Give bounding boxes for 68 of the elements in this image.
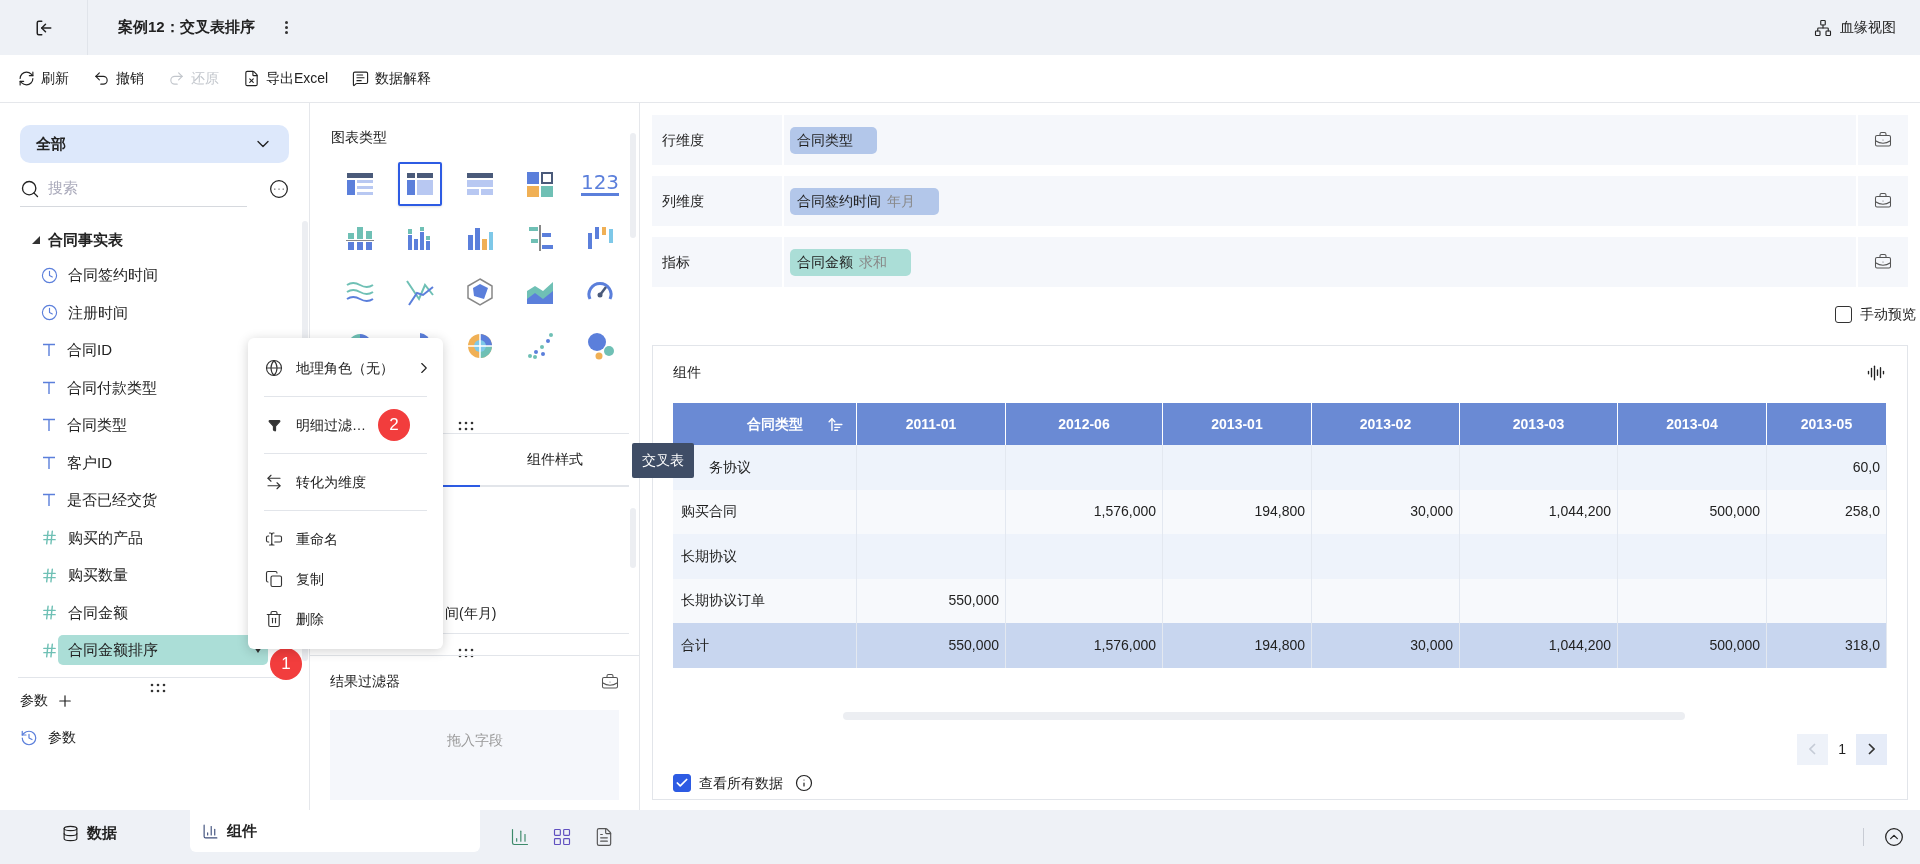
table-name[interactable]: 合同事实表 <box>48 229 123 252</box>
field-item[interactable]: 注册时间 <box>68 297 128 328</box>
params-heading: 参数 <box>20 691 48 710</box>
checkbox-label: 查看所有数据 <box>699 773 783 793</box>
field-item[interactable]: 合同金额 <box>68 597 128 628</box>
table-cell-text: 550,000 <box>948 591 999 611</box>
field-pill[interactable]: 合同金额 求和 <box>790 248 911 276</box>
table-cell-text: 60,0 <box>1852 457 1880 477</box>
field-item[interactable]: 合同付款类型 <box>67 372 157 403</box>
config-tab[interactable]: 组件样式 <box>480 434 629 487</box>
toolbar-button[interactable]: 导出Excel <box>243 68 329 89</box>
toolbar-button[interactable]: 刷新 <box>18 68 69 89</box>
menu-item[interactable]: 明细过滤… 2 <box>264 405 427 445</box>
table-cell-text: 500,000 <box>1709 635 1760 655</box>
table-cell-text: 30,000 <box>1410 635 1453 655</box>
tooltip: 交叉表 <box>632 443 694 478</box>
table-cell-text: 30,000 <box>1410 502 1453 522</box>
section-title: 结果过滤器 <box>330 672 400 691</box>
menu-item[interactable]: 复制 <box>264 559 427 599</box>
field-item[interactable]: 是否已经交货 <box>67 485 157 516</box>
field-item[interactable]: 购买的产品 <box>68 522 143 553</box>
menu-item[interactable]: 地理角色（无） <box>264 348 427 388</box>
toolbar-button[interactable]: 数据解释 <box>352 68 432 89</box>
field-item[interactable]: 客户ID <box>67 447 112 478</box>
field-item[interactable]: 合同金额排序 <box>58 635 268 666</box>
document-title: 案例12：交叉表排序 <box>118 17 255 38</box>
table-cell-text: 550,000 <box>948 635 999 655</box>
chart-type-option[interactable]: 123 <box>578 162 622 206</box>
field-pill[interactable]: 合同类型 <box>790 126 877 154</box>
row-header-cell: 合计 <box>673 623 857 668</box>
field-item[interactable]: 合同ID <box>67 335 112 366</box>
table-cell-text: 318,0 <box>1844 635 1880 655</box>
menu-item[interactable]: 重命名 <box>264 519 427 559</box>
field-item[interactable]: 合同类型 <box>67 410 127 441</box>
table-cell-text: 1,576,000 <box>1093 635 1156 655</box>
checkbox-label: 手动预览 <box>1860 305 1916 324</box>
section-title: 图表类型 <box>331 128 388 147</box>
table-cell-text: 500,000 <box>1709 502 1760 522</box>
bottom-tab[interactable]: 组件 <box>190 810 480 852</box>
field-item[interactable]: 购买数量 <box>68 560 128 591</box>
table-cell-text: 194,800 <box>1254 635 1305 655</box>
table-cell-text: 1,044,200 <box>1548 635 1611 655</box>
table-cell-text: 1,044,200 <box>1548 502 1611 522</box>
bottom-tab[interactable]: 数据 <box>0 812 190 854</box>
table-cell-text: 1,576,000 <box>1093 502 1156 522</box>
shelf-drop-area[interactable]: 合同类型 <box>784 115 1856 165</box>
search-input[interactable]: 搜索 <box>48 177 208 200</box>
field-pill-text[interactable]: 间(年月) <box>445 603 497 624</box>
menu-item[interactable]: 转化为维度 <box>264 462 427 502</box>
param-item[interactable]: 参数 <box>48 727 76 748</box>
shelf-label: 行维度 <box>652 115 782 165</box>
shelf-drop-area[interactable]: 合同金额 求和 <box>784 237 1856 287</box>
table-cell-text: 194,800 <box>1254 502 1305 522</box>
search-field[interactable]: 搜索 <box>20 171 247 207</box>
shelf-label: 列维度 <box>652 176 782 226</box>
page-number: 1 <box>1838 739 1846 759</box>
card-title: 组件 <box>673 363 701 382</box>
category-dropdown[interactable]: 全部 <box>20 125 289 163</box>
step-badge: 1 <box>270 647 302 680</box>
field-pill[interactable]: 合同签约时间 年月 <box>790 187 939 215</box>
step-badge: 2 <box>378 409 410 441</box>
shelf-drop-area[interactable]: 合同签约时间 年月 <box>784 176 1856 226</box>
lineage-view-button[interactable]: 血缘视图 <box>1814 17 1896 38</box>
row-header-cell: 长期协议 <box>673 534 857 579</box>
field-item[interactable]: 合同签约时间 <box>68 260 158 291</box>
toolbar-button[interactable]: 撤销 <box>93 68 144 89</box>
shelf-label: 指标 <box>652 237 782 287</box>
table-cell-text: 258,0 <box>1844 502 1880 522</box>
